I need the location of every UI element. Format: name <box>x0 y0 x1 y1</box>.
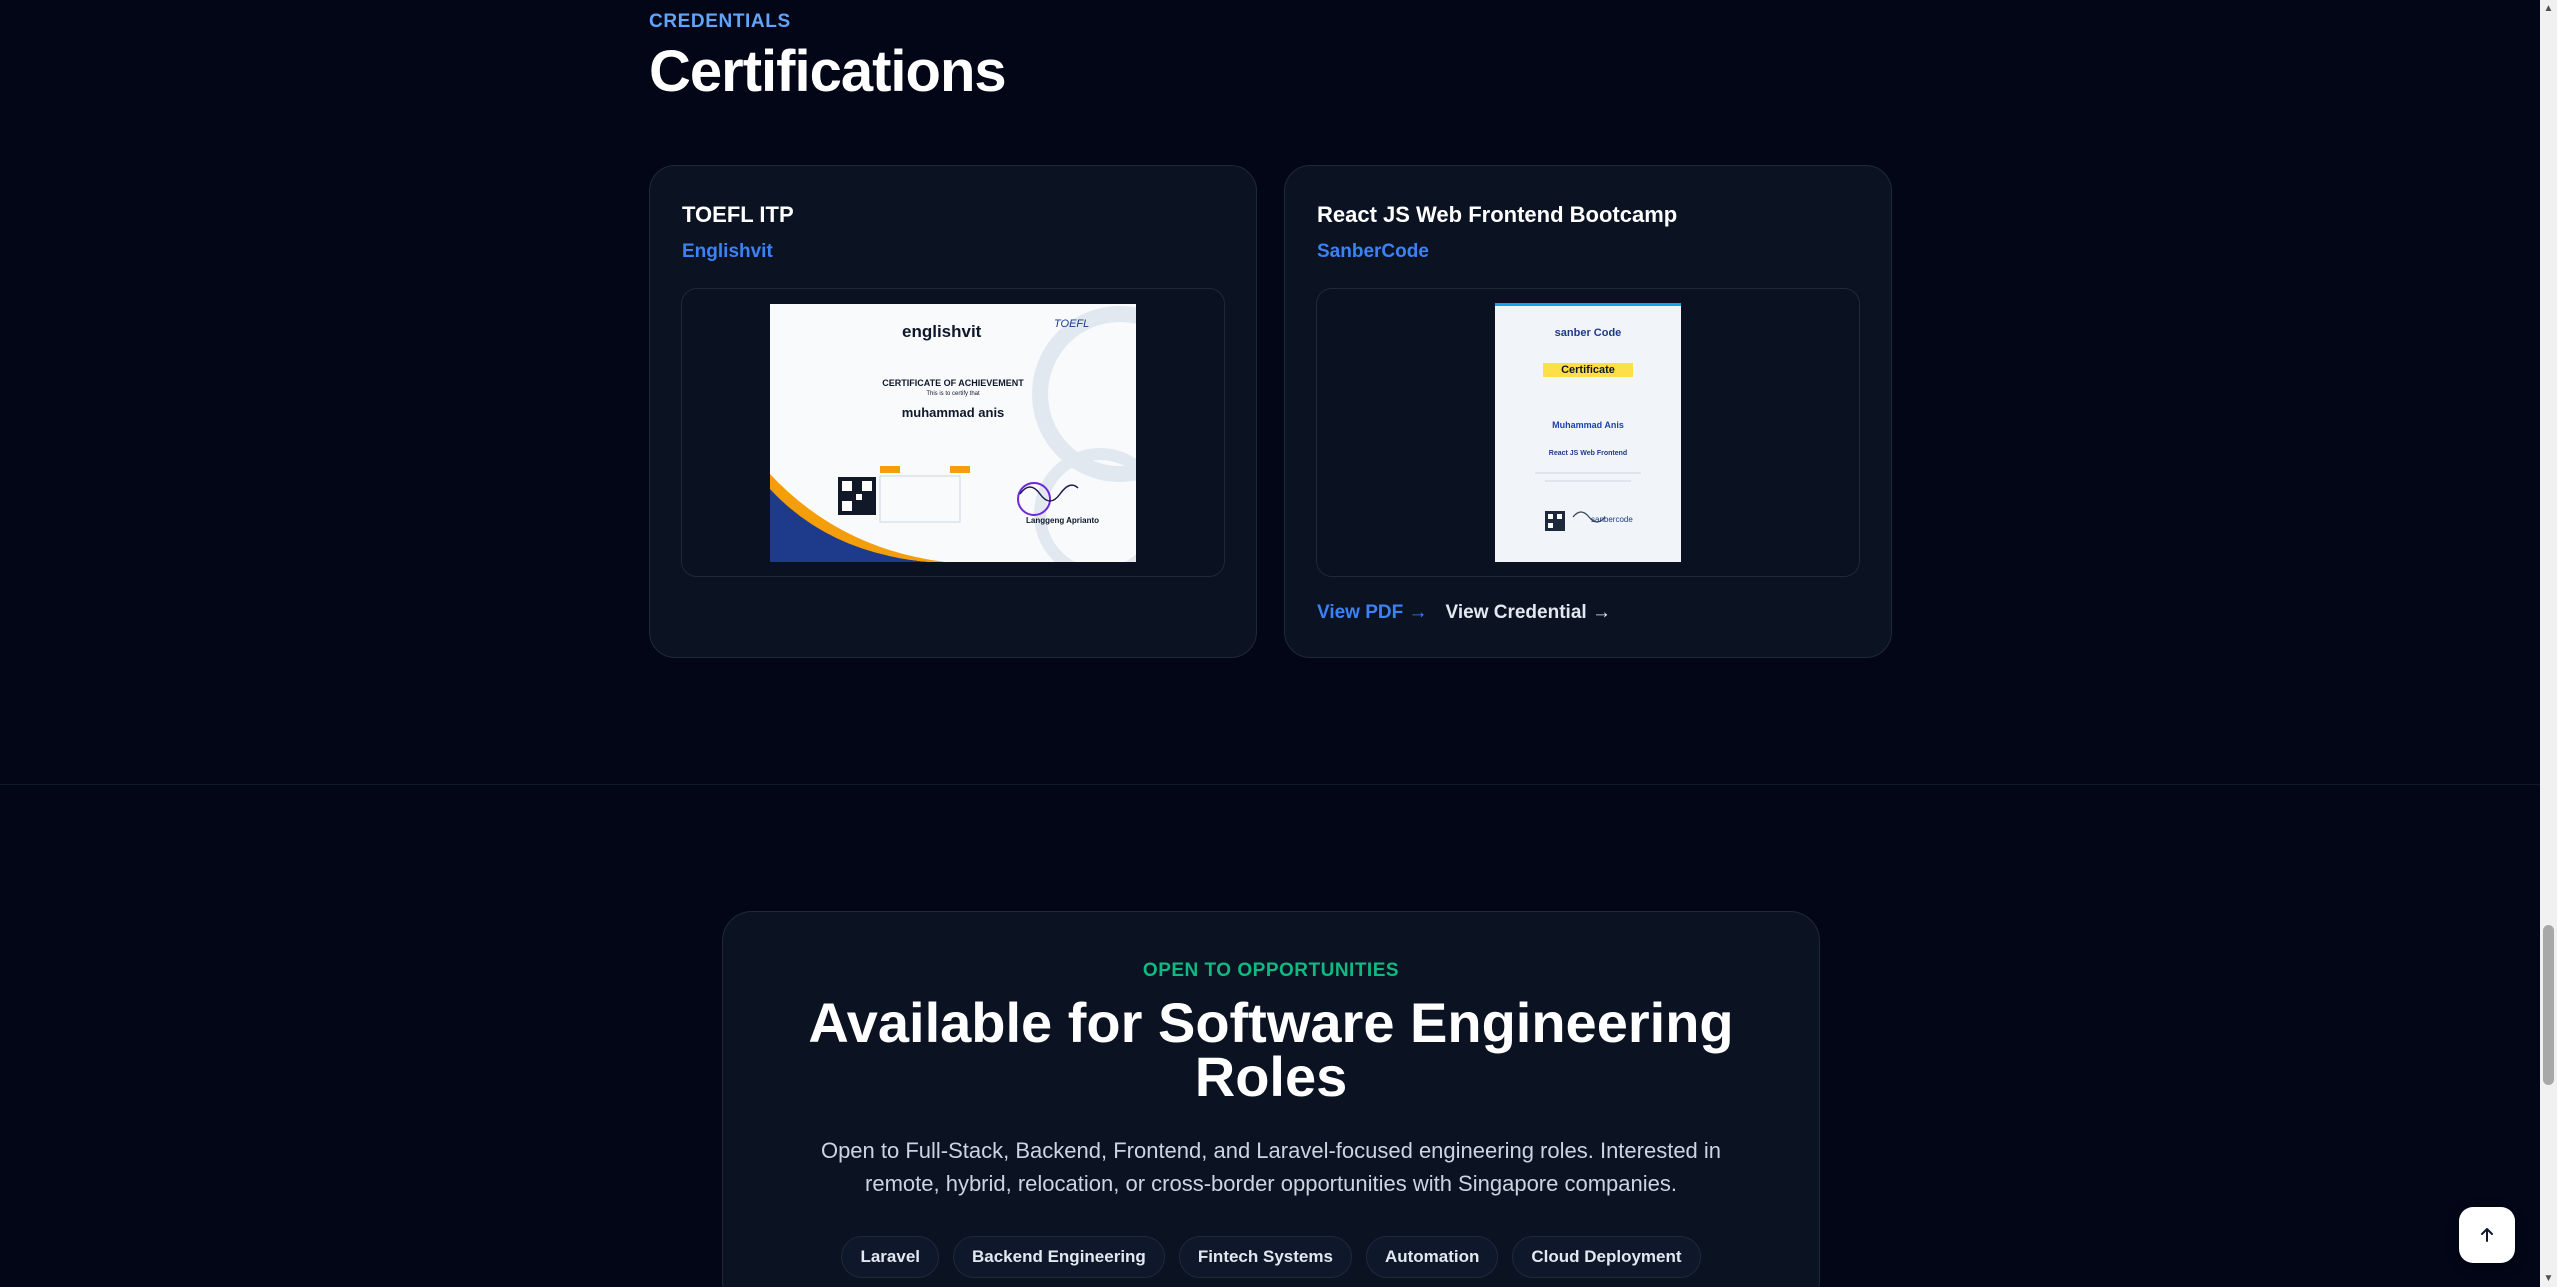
certificate-course: React JS Web Frontend <box>1548 450 1628 457</box>
scroll-up-arrow-icon[interactable]: ▲ <box>2540 0 2557 17</box>
cert-name: TOEFL ITP <box>682 202 794 227</box>
cert-issuer: SanberCode <box>1317 241 1429 262</box>
certificate-subheading: This is to certify that <box>926 390 980 397</box>
opportunities-eyebrow: OPEN TO OPPORTUNITIES <box>1142 960 1400 981</box>
scrollbar-thumb[interactable] <box>2543 925 2554 1085</box>
cert-card-react: React JS Web Frontend Bootcamp SanberCod… <box>1284 165 1892 658</box>
skill-tags: Laravel Backend Engineering Fintech Syst… <box>723 1236 1819 1278</box>
cert-links: View PDF → View Credential → <box>1317 602 1611 624</box>
skill-tag: Fintech Systems <box>1178 1236 1352 1278</box>
skill-tag: Laravel <box>841 1236 939 1278</box>
certificate-recipient: muhammad anis <box>901 404 1005 420</box>
certificate-image: englishvit TOEFL CERTIFICATE OF ACHIEVEM… <box>770 303 1136 562</box>
cert-card-toefl: TOEFL ITP Englishvit englishvit TOEFL CE… <box>649 165 1257 658</box>
section-title: Certifications <box>649 39 1007 104</box>
certificate-heading: Certificate <box>1561 364 1615 376</box>
certificate-brand: englishvit <box>902 321 982 341</box>
certifications-section: CREDENTIALS Certifications TOEFL ITP Eng… <box>0 0 2540 784</box>
certificate-heading: CERTIFICATE OF ACHIEVEMENT <box>882 377 1024 388</box>
section-eyebrow: CREDENTIALS <box>649 11 791 32</box>
arrow-up-icon <box>2481 1228 2493 1242</box>
skill-tag: Cloud Deployment <box>1512 1236 1701 1278</box>
certificate-image: sanber Code Certificate Muhammad Anis Re… <box>1495 303 1681 562</box>
scroll-down-arrow-icon[interactable]: ▼ <box>2540 1270 2557 1287</box>
skill-tag: Automation <box>1365 1236 1499 1278</box>
cert-preview[interactable]: englishvit TOEFL CERTIFICATE OF ACHIEVEM… <box>681 288 1225 577</box>
view-pdf-link[interactable]: View PDF → <box>1317 602 1428 624</box>
certificate-brand: sanber Code <box>1554 327 1622 339</box>
opportunities-card: OPEN TO OPPORTUNITIES Available for Soft… <box>722 911 1820 1287</box>
view-credential-link[interactable]: View Credential → <box>1446 602 1611 624</box>
cert-issuer: Englishvit <box>682 241 773 262</box>
certificate-decoration <box>1495 303 1681 531</box>
certificate-exam: TOEFL <box>1054 317 1090 330</box>
certificate-recipient: Muhammad Anis <box>1552 420 1624 430</box>
skill-tag: Backend Engineering <box>953 1236 1165 1278</box>
cert-preview[interactable]: sanber Code Certificate Muhammad Anis Re… <box>1316 288 1860 577</box>
page-scrollbar[interactable]: ▲ ▼ <box>2540 0 2557 1287</box>
opportunities-description: Open to Full-Stack, Backend, Frontend, a… <box>820 1138 1722 1196</box>
certificate-footer-brand: sanbercode <box>1591 515 1633 524</box>
opportunities-title: Available for Software Engineering Roles <box>808 991 1734 1108</box>
cert-name: React JS Web Frontend Bootcamp <box>1317 202 1678 227</box>
section-divider <box>0 784 2540 785</box>
certificate-signer: Langgeng Aprianto <box>1026 515 1100 525</box>
back-to-top-button[interactable] <box>2459 1207 2515 1263</box>
